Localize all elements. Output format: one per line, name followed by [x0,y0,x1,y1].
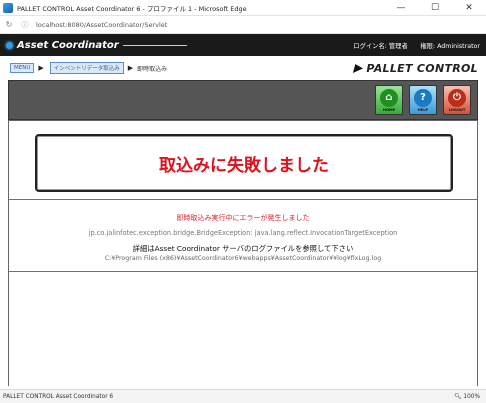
address-bar: ↻ ⓘ localhost:8080/AssetCoordinator/Serv… [0,16,486,34]
error-message: 即時取込み実行中にエラーが発生しました [176,214,310,222]
user-info: ログイン名: 管理者 権限: Administrator [353,42,480,50]
logout-label: LOGOUT [448,107,466,112]
breadcrumb-inventory-import[interactable]: インベントリデータ取込み [49,62,124,74]
maximize-button[interactable]: ☐ [418,0,452,16]
page-title: 取込みに失敗しました [159,155,329,176]
divider [9,199,477,200]
toolbar: ⌂ HOME ? HELP ⏻ LOGOUT [8,80,478,120]
home-button[interactable]: ⌂ HOME [375,85,403,115]
home-icon: ⌂ [380,88,398,107]
window-controls: — ☐ ✕ [384,0,486,16]
breadcrumb-arrow-icon: ▶ [38,64,44,72]
breadcrumb-menu[interactable]: MENU [10,63,35,73]
breadcrumb: MENU ▶ インベントリデータ取込み ▶ 即時取込み PALLET CONTR… [0,56,486,80]
info-icon[interactable]: ⓘ [20,20,30,30]
exception-text: jp.co.jalinfotec.exception.bridge.Bridge… [88,229,398,237]
main-content: 取込みに失敗しました 即時取込み実行中にエラーが発生しました jp.co.jal… [8,120,478,386]
divider [9,271,477,272]
instruction-text: 詳細はAsset Coordinator サーバのログファイルを参照して下さい [132,244,354,253]
breadcrumb-arrow-icon: ▶ [127,64,134,72]
app-brand: Asset Coordinator [6,40,119,51]
log-path: C:¥Program Files (x86)¥AssetCoordinator6… [104,255,382,262]
help-label: HELP [417,107,429,112]
window-title-bar: PALLET CONTROL Asset Coordinator 6 - プロフ… [0,0,486,16]
error-heading-box: 取込みに失敗しました [35,134,453,192]
brand-divider [122,44,187,46]
pallet-logo-mark-icon [353,64,364,73]
zoom-icon: 🔍︎ [454,393,462,400]
status-text: PALLET CONTROL Asset Coordinator 6 [3,393,114,400]
status-bar: PALLET CONTROL Asset Coordinator 6 🔍︎ 10… [0,389,486,403]
close-button[interactable]: ✕ [452,0,486,16]
zoom-level: 100% [463,393,480,400]
brand-orb-icon [6,41,13,49]
url-field[interactable]: localhost:8080/AssetCoordinator/Servlet [36,21,167,29]
home-label: HOME [382,107,396,112]
help-button[interactable]: ? HELP [409,85,437,115]
app-header: Asset Coordinator ログイン名: 管理者 権限: Adminis… [0,34,486,56]
logout-button[interactable]: ⏻ LOGOUT [443,85,471,115]
window-title: PALLET CONTROL Asset Coordinator 6 - プロフ… [17,4,247,13]
logo-text: PALLET CONTROL [366,61,478,75]
pallet-control-logo: PALLET CONTROL [354,62,478,75]
refresh-icon[interactable]: ↻ [4,20,14,29]
breadcrumb-current: 即時取込み [137,65,168,73]
help-icon: ? [414,88,432,107]
zoom-control[interactable]: 🔍︎ 100% [454,394,480,400]
minimize-button[interactable]: — [384,0,418,16]
logout-icon: ⏻ [448,88,466,107]
edge-icon [3,2,13,13]
brand-name: Asset Coordinator [17,39,119,51]
